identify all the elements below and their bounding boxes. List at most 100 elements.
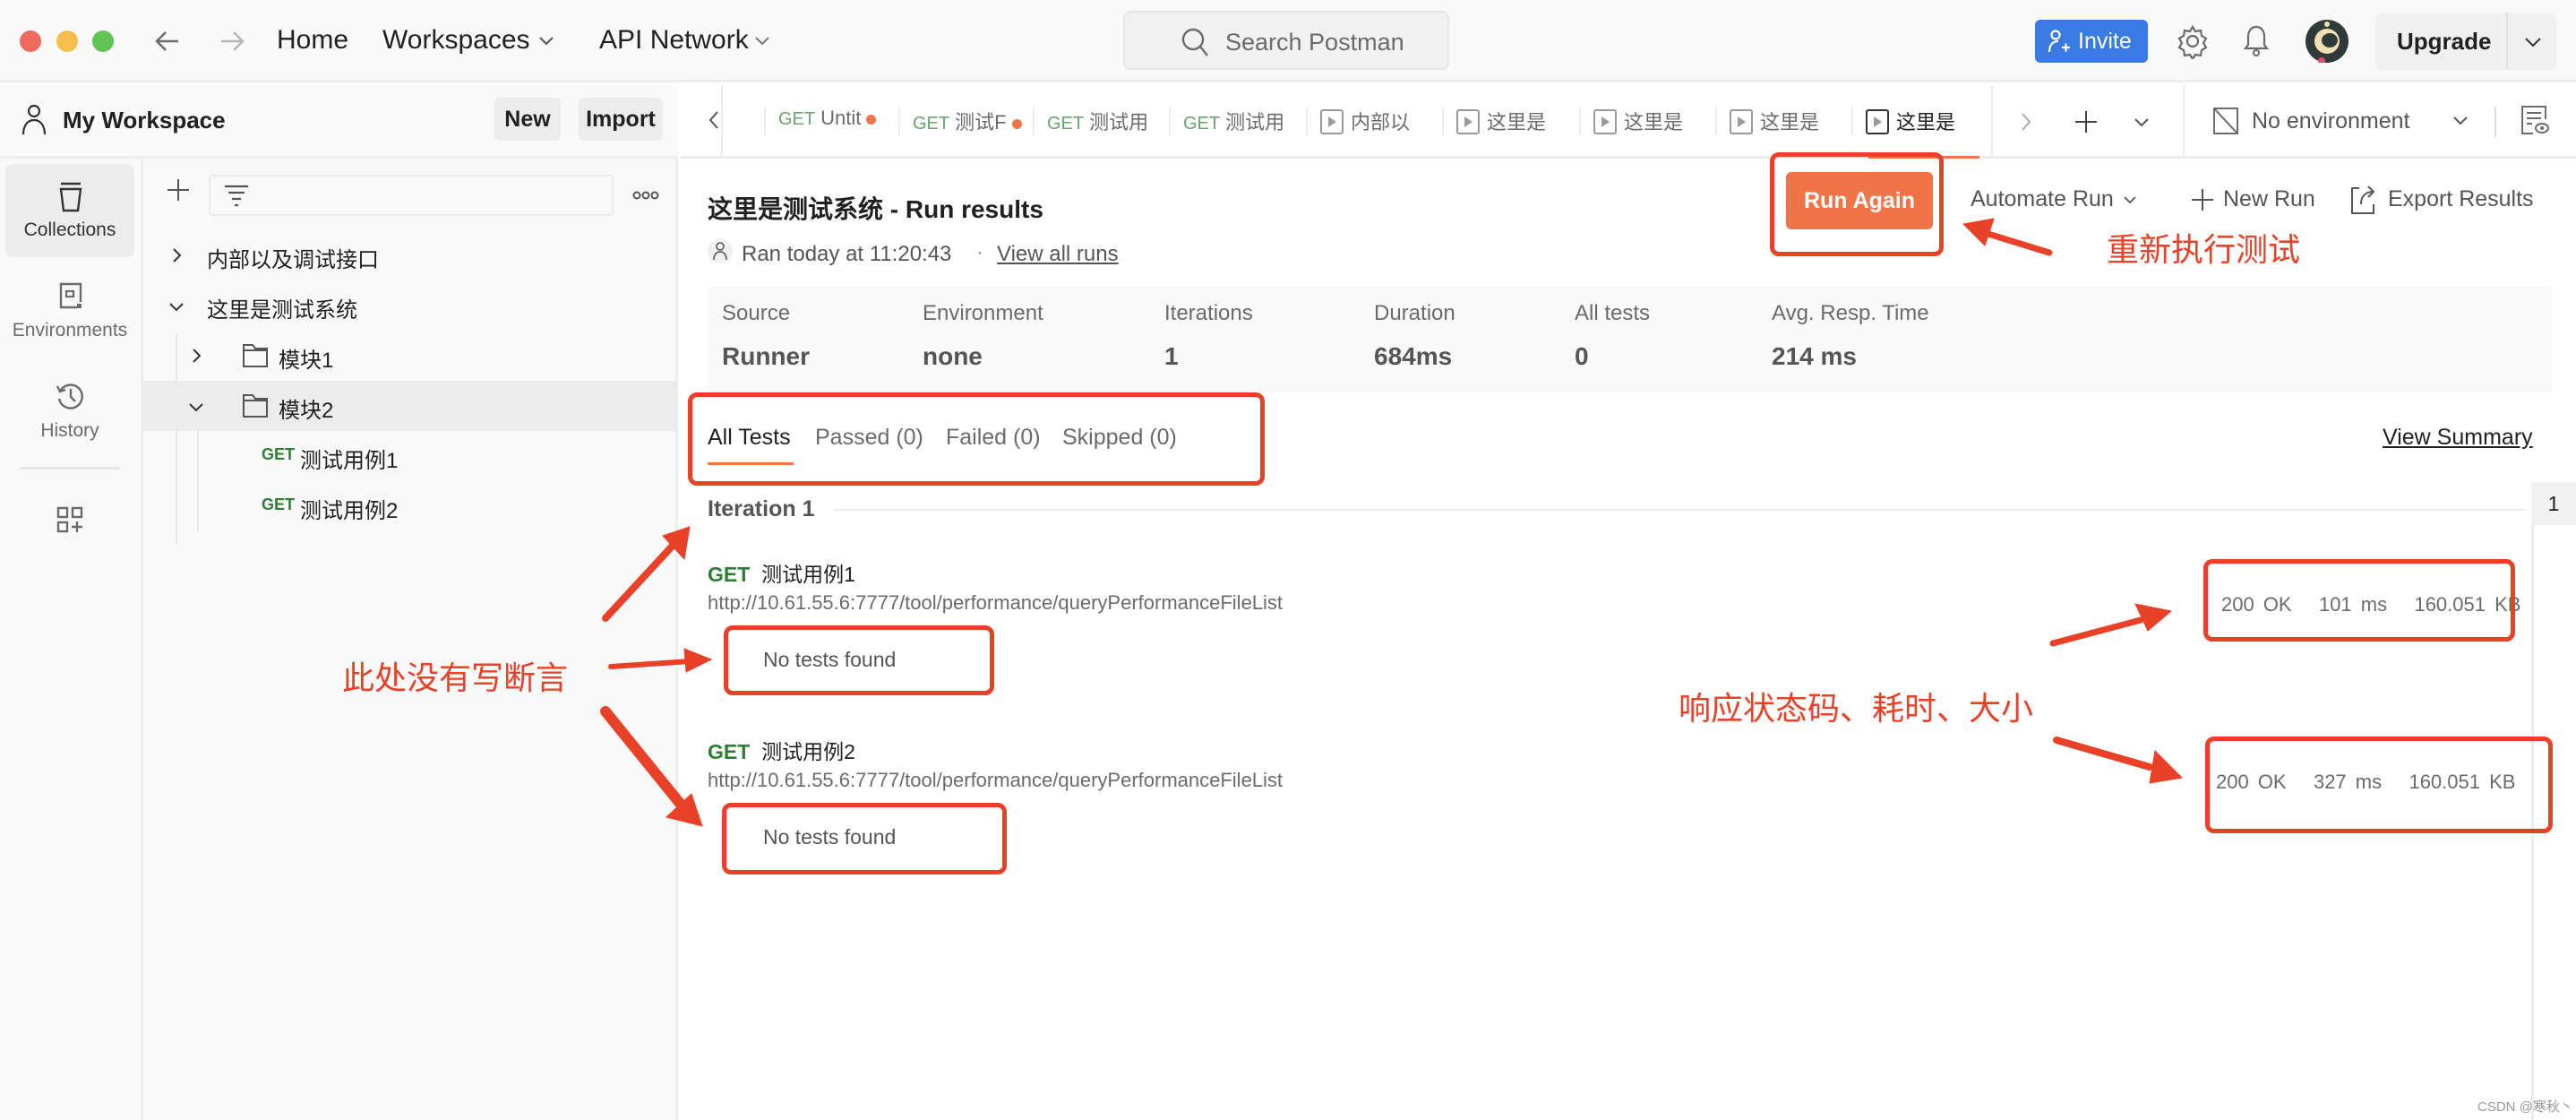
maximize-window-button[interactable] <box>92 30 114 52</box>
request-item[interactable]: GET 测试用例2 <box>143 481 678 531</box>
stat-label: Duration <box>1374 301 1455 325</box>
runner-icon <box>1456 109 1480 135</box>
chevron-right-icon[interactable] <box>172 247 183 263</box>
upgrade-button[interactable]: Upgrade <box>2375 13 2556 70</box>
iteration-heading: Iteration 1 <box>708 496 815 521</box>
stat-label: Avg. Resp. Time <box>1772 301 1929 325</box>
tab-request[interactable]: GET 测试用 <box>1033 107 1148 135</box>
tabs-scroll-right-icon[interactable] <box>2021 112 2031 132</box>
sidebar-item-environments[interactable]: Environments <box>5 264 134 358</box>
import-button[interactable]: Import <box>579 98 663 141</box>
unsaved-dot <box>866 115 877 125</box>
method-badge: GET <box>778 109 816 129</box>
notifications-bell-icon[interactable] <box>2243 23 2270 59</box>
user-avatar[interactable] <box>2306 20 2348 63</box>
invite-label: Invite <box>2078 29 2132 54</box>
workspaces-menu[interactable]: Workspaces <box>382 25 530 56</box>
sidebar-item-history[interactable]: History <box>5 365 134 458</box>
stat-value: 1 <box>1164 342 1179 370</box>
add-user-icon <box>2048 30 2070 53</box>
new-button[interactable]: New <box>494 98 561 141</box>
workspace-name: My Workspace <box>63 107 226 134</box>
collections-icon <box>59 182 82 212</box>
tab-request[interactable]: GET 测试用 <box>1169 107 1284 135</box>
environment-selector[interactable]: No environment <box>2212 103 2481 139</box>
environment-quick-look-icon[interactable] <box>2520 105 2549 135</box>
tab-runner-active[interactable]: 这里是 <box>1851 107 1955 135</box>
sidebar-rail: Collections Environments History <box>0 159 143 1120</box>
invite-button[interactable]: Invite <box>2035 20 2148 63</box>
new-tab-plus-icon[interactable] <box>2074 110 2098 134</box>
annotation-box-filter-tabs <box>688 392 1265 486</box>
automate-run-dropdown[interactable]: Automate Run <box>1971 186 2136 219</box>
forward-arrow-icon[interactable] <box>219 29 245 54</box>
run-timestamp: Ran today at 11:20:43 <box>742 242 952 266</box>
no-environment-icon <box>2213 108 2238 134</box>
settings-gear-icon[interactable] <box>2175 23 2211 59</box>
environments-icon <box>59 282 82 309</box>
plus-icon <box>2192 189 2213 211</box>
runner-icon <box>1593 109 1617 135</box>
api-network-menu[interactable]: API Network <box>599 25 749 56</box>
method-badge: GET <box>708 563 751 586</box>
collection-name: 这里是测试系统 <box>207 298 357 323</box>
filter-input[interactable] <box>209 175 614 216</box>
sidebar-item-label: Collections <box>23 220 116 240</box>
collection-item[interactable]: 这里是测试系统 <box>143 280 678 331</box>
workspace-header: My Workspace New Import <box>0 85 678 159</box>
tab-label: Untit <box>820 107 862 129</box>
new-run-label: New Run <box>2223 186 2315 211</box>
stat-duration: Duration 684ms <box>1374 301 1455 371</box>
folder-item[interactable]: 模块1 <box>143 331 678 381</box>
tab-request[interactable]: GET 测试F <box>898 107 1022 135</box>
tabs-menu-chevron-icon[interactable] <box>2134 117 2150 128</box>
stat-label: Environment <box>923 301 1043 325</box>
search-input[interactable]: Search Postman <box>1123 11 1449 70</box>
folder-icon <box>243 394 268 418</box>
iteration-index-1[interactable]: 1 <box>2531 482 2576 525</box>
divider <box>20 467 120 470</box>
request-result-title[interactable]: GET 测试用例1 <box>708 557 855 588</box>
stat-value: none <box>923 342 983 370</box>
chevron-down-icon[interactable] <box>2524 36 2542 48</box>
tab-label: 这里是 <box>1760 111 1820 134</box>
request-name: 测试用例2 <box>761 740 855 763</box>
request-item[interactable]: GET 测试用例1 <box>143 431 678 481</box>
collection-name: 内部以及调试接口 <box>207 248 379 272</box>
sidebar-item-collections[interactable]: Collections <box>5 164 134 257</box>
tab-bar: GET Untit GET 测试F GET 测试用 GET 测试用 内部以 这里是 这里… <box>681 85 2576 159</box>
title-bar: Home Workspaces API Network Search Postm… <box>0 0 2576 82</box>
tab-request[interactable]: GET Untit <box>764 107 877 135</box>
divider <box>2183 85 2185 159</box>
tab-runner[interactable]: 这里是 <box>1442 107 1546 135</box>
user-icon <box>21 104 47 135</box>
chevron-right-icon[interactable] <box>192 348 202 364</box>
chevron-down-icon <box>755 37 769 46</box>
chevron-down-icon[interactable] <box>188 402 204 413</box>
chevron-down-icon[interactable] <box>168 302 185 313</box>
collections-panel: 内部以及调试接口 这里是测试系统 模块1 模块2 GET 测试用例1 GET 测… <box>143 159 678 1120</box>
tabs-scroll-left-icon[interactable] <box>708 110 720 130</box>
view-summary-link[interactable]: View Summary <box>2383 425 2533 451</box>
folder-item[interactable]: 模块2 <box>143 381 678 431</box>
stat-value: 684ms <box>1374 342 1453 370</box>
more-options-icon[interactable] <box>632 191 659 200</box>
stat-iterations: Iterations 1 <box>1164 301 1253 371</box>
close-window-button[interactable] <box>20 30 41 52</box>
collection-item[interactable]: 内部以及调试接口 <box>143 230 678 280</box>
tab-runner[interactable]: 内部以 <box>1306 107 1410 135</box>
back-arrow-icon[interactable] <box>154 29 181 54</box>
home-link[interactable]: Home <box>277 25 348 56</box>
add-collection-icon[interactable] <box>167 178 190 202</box>
request-url: http://10.61.55.6:7777/tool/performance/… <box>708 591 1284 614</box>
view-all-runs-link[interactable]: View all runs <box>997 242 1119 267</box>
tab-label: 测试用 <box>1225 111 1285 134</box>
stat-environment: Environment none <box>923 301 1043 371</box>
add-workbench-icon[interactable] <box>56 506 83 533</box>
minimize-window-button[interactable] <box>56 30 78 52</box>
tab-runner[interactable]: 这里是 <box>1715 107 1819 135</box>
request-result-title[interactable]: GET 测试用例2 <box>708 735 855 765</box>
chevron-down-icon <box>2453 116 2468 125</box>
tab-label: 测试用 <box>1089 111 1149 134</box>
tab-runner[interactable]: 这里是 <box>1579 107 1683 135</box>
